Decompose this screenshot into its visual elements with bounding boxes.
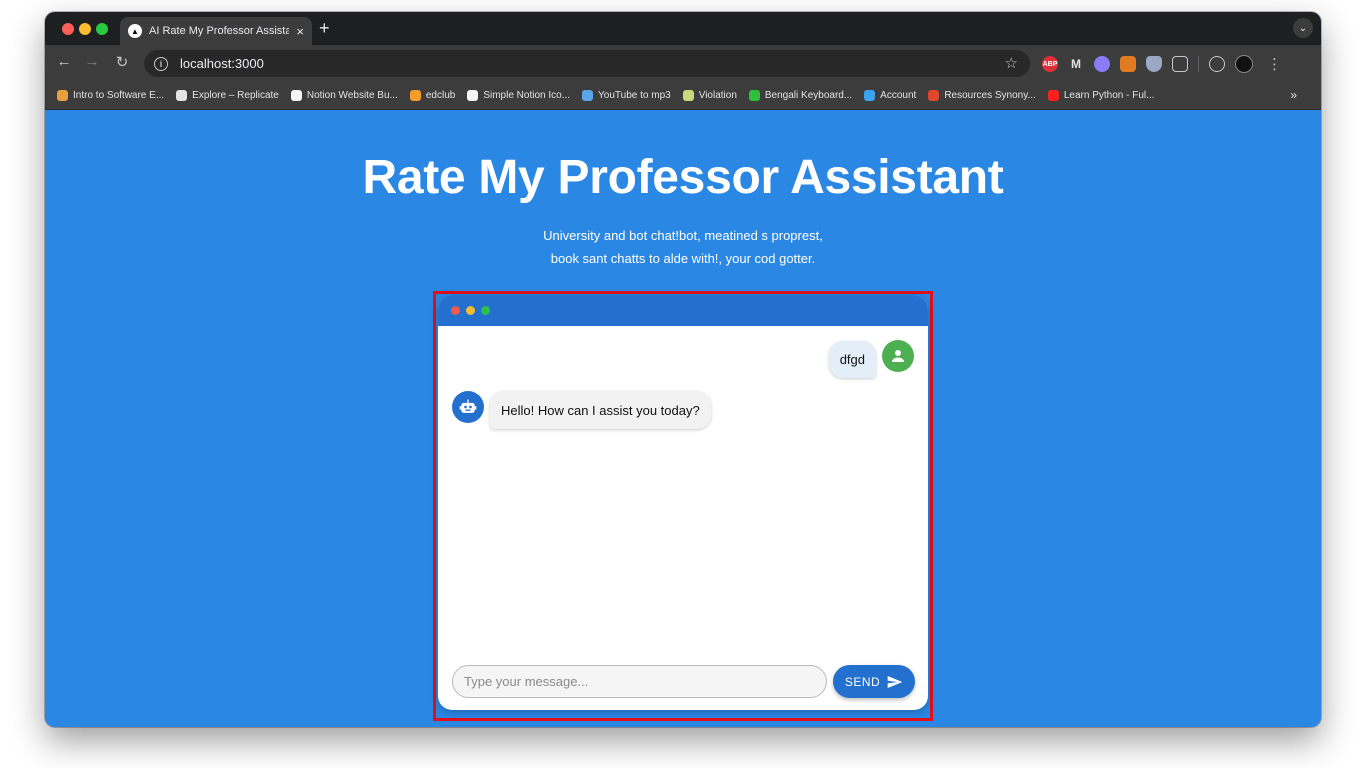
- bookmark-item[interactable]: Learn Python - Ful...: [1047, 89, 1155, 101]
- bookmark-label: Intro to Software E...: [73, 89, 165, 101]
- bookmark-label: Learn Python - Ful...: [1063, 89, 1155, 101]
- close-window-button[interactable]: [62, 23, 74, 35]
- chat-header: [438, 295, 928, 326]
- bookmark-item[interactable]: Simple Notion Ico...: [467, 89, 571, 101]
- minimize-window-button[interactable]: [79, 23, 91, 35]
- subtitle-line: book sant chatts to alde with!, your cod…: [550, 251, 816, 266]
- bookmark-item[interactable]: Resources Synony...: [928, 89, 1036, 101]
- message-input[interactable]: [452, 665, 827, 698]
- bookmark-favicon-icon: [582, 89, 594, 101]
- vercel-favicon-icon: ▲: [128, 24, 142, 38]
- adblock-plus-icon[interactable]: ABP: [1042, 56, 1058, 72]
- bookmark-favicon-icon: [57, 89, 68, 101]
- bookmark-favicon-icon: [176, 89, 188, 101]
- extensions-area: ABP M ⋮: [1042, 55, 1282, 73]
- metamask-fox-icon[interactable]: [1120, 56, 1136, 72]
- page-content: Rate My Professor Assistant University a…: [45, 110, 1321, 727]
- bookmark-favicon-icon: [928, 89, 940, 101]
- user-message: dfgd: [828, 341, 876, 378]
- bookmark-label: Violation: [698, 89, 737, 101]
- bookmark-label: edclub: [425, 89, 456, 101]
- browser-window: ▲ AI Rate My Professor Assistant × + ⌄ ←…: [45, 12, 1321, 727]
- bookmark-label: Account: [880, 89, 917, 101]
- bot-avatar-icon: [452, 391, 484, 423]
- bookmark-item[interactable]: Explore – Replicate: [176, 89, 279, 101]
- bookmark-label: Simple Notion Ico...: [483, 89, 571, 101]
- browser-toolbar: ← → ↻ i localhost:3000 ☆ ABP M ⋮: [45, 45, 1321, 81]
- puzzle-extensions-icon[interactable]: [1172, 56, 1188, 72]
- send-button-label: SEND: [844, 674, 881, 689]
- bookmark-favicon-icon: [748, 89, 760, 101]
- profile-avatar[interactable]: [1235, 55, 1253, 73]
- address-bar[interactable]: i localhost:3000 ☆: [144, 50, 1030, 77]
- ghost-extension-icon[interactable]: [1094, 56, 1110, 72]
- tab-title: AI Rate My Professor Assistant: [149, 25, 290, 37]
- assistant-message: Hello! How can I assist you today?: [490, 391, 711, 429]
- chat-input-row: SEND: [452, 665, 915, 698]
- send-arrow-icon: [887, 675, 903, 688]
- bookmark-label: Resources Synony...: [944, 89, 1036, 101]
- site-info-icon[interactable]: i: [154, 56, 168, 71]
- bookmarks-bar: Intro to Software E... Explore – Replica…: [45, 81, 1321, 110]
- bookmark-label: Bengali Keyboard...: [764, 89, 853, 101]
- tab-close-icon[interactable]: ×: [296, 24, 304, 39]
- openai-extension-icon[interactable]: [1209, 56, 1225, 72]
- page-subtitle: University and bot chat!bot, meatined s …: [45, 224, 1321, 270]
- tab-strip: ▲ AI Rate My Professor Assistant × + ⌄: [45, 12, 1321, 45]
- chat-window: dfgd Hello! How can I assist you today? …: [438, 295, 928, 710]
- more-bookmarks-chevron-icon[interactable]: »: [1290, 88, 1297, 102]
- toolbar-divider: [1198, 56, 1199, 72]
- chat-red-dot: [451, 306, 460, 315]
- user-avatar-icon: [882, 340, 914, 372]
- bookmark-label: Notion Website Bu...: [306, 89, 398, 101]
- tab-search-button[interactable]: ⌄: [1293, 18, 1313, 38]
- bookmark-star-icon[interactable]: ☆: [1005, 54, 1018, 72]
- bookmark-item[interactable]: Violation: [682, 89, 737, 101]
- url-text[interactable]: localhost:3000: [180, 56, 264, 71]
- chat-green-dot: [481, 306, 490, 315]
- bookmark-favicon-icon: [864, 89, 876, 101]
- bookmark-favicon-icon: [409, 89, 421, 101]
- bookmark-item[interactable]: Account: [864, 89, 917, 101]
- more-menu-icon[interactable]: ⋮: [1267, 55, 1282, 73]
- bookmark-item[interactable]: Notion Website Bu...: [290, 89, 398, 101]
- send-button[interactable]: SEND: [833, 665, 915, 698]
- chat-yellow-dot: [466, 306, 475, 315]
- tab-active[interactable]: ▲ AI Rate My Professor Assistant ×: [120, 17, 312, 45]
- bookmark-label: YouTube to mp3: [598, 89, 671, 101]
- bookmark-item[interactable]: YouTube to mp3: [582, 89, 671, 101]
- back-arrow-icon[interactable]: ←: [54, 53, 74, 70]
- maximize-window-button[interactable]: [96, 23, 108, 35]
- reload-icon[interactable]: ↻: [112, 53, 132, 71]
- bookmark-item[interactable]: Intro to Software E...: [57, 89, 165, 101]
- bookmark-item[interactable]: edclub: [409, 89, 456, 101]
- bookmark-label: Explore – Replicate: [192, 89, 279, 101]
- shield-extension-icon[interactable]: [1146, 56, 1162, 72]
- forward-arrow-icon[interactable]: →: [82, 53, 102, 70]
- page-title: Rate My Professor Assistant: [362, 151, 1004, 204]
- malwarebytes-icon[interactable]: M: [1068, 56, 1084, 72]
- subtitle-line: University and bot chat!bot, meatined s …: [543, 228, 823, 243]
- bookmark-favicon-icon: [467, 89, 479, 101]
- bookmark-favicon-icon: [1047, 89, 1059, 101]
- bookmark-favicon-icon: [290, 89, 302, 101]
- bookmark-item[interactable]: Bengali Keyboard...: [748, 89, 853, 101]
- new-tab-button[interactable]: +: [319, 18, 330, 38]
- bookmark-favicon-icon: [682, 89, 694, 101]
